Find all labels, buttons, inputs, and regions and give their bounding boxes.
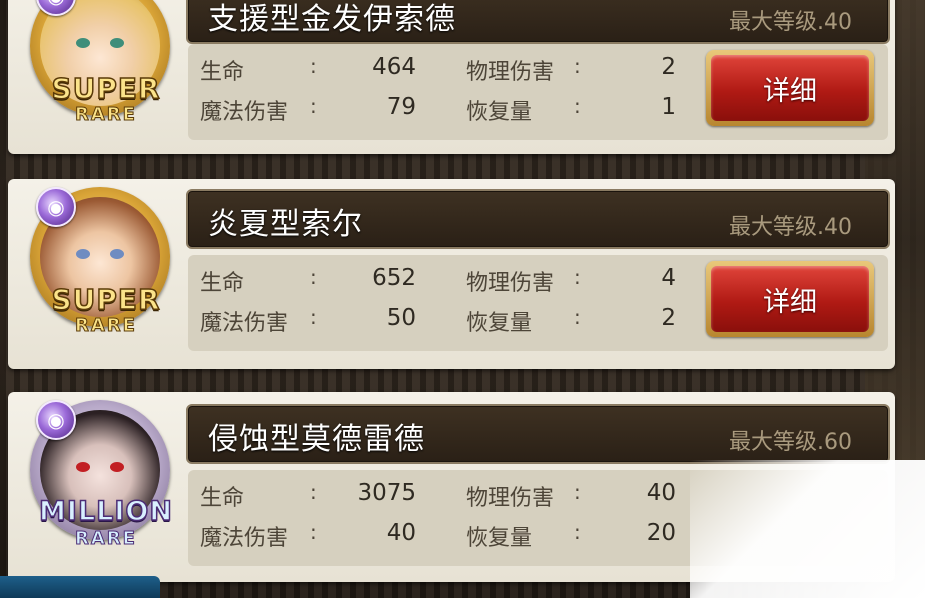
recovery-colon: : [574,305,581,329]
phys-damage-label: 物理伤害 [466,486,555,511]
hp-value: 652 [372,265,416,291]
detail-button[interactable]: 详细 [706,261,874,337]
hp-label: 生命 [200,486,245,511]
bottom-menu-tab[interactable] [0,576,160,598]
recovery-colon: : [574,94,581,118]
unit-portrait[interactable]: ◉ SUPER RARE [16,0,176,136]
phys-damage-value: 2 [661,54,676,80]
unit-name: 炎夏型索尔 [208,207,363,242]
hp-label: 生命 [200,60,245,85]
magic-damage-value: 79 [386,94,416,120]
hp-value: 3075 [357,480,416,506]
unit-portrait[interactable]: ◉ SUPER RARE [16,187,176,347]
recovery-label: 恢复量 [466,311,533,336]
avatar-eye [76,462,90,472]
rarity-badge-top: MILLION [38,495,173,528]
unit-stats-panel: 生命 : 652 物理伤害 : 4 魔法伤害 : 50 恢复量 : 2 详细 [188,255,888,351]
magic-damage-colon: : [310,94,317,118]
max-level: 最大等级.40 [729,215,852,240]
detail-button-label[interactable]: 详细 [711,266,869,332]
hp-value: 464 [372,54,416,80]
rarity-badge-bottom: RARE [75,104,137,126]
unit-stats-panel: 生命 : 3075 物理伤害 : 40 魔法伤害 : 40 恢复量 : 20 [188,470,888,566]
hp-colon: : [310,54,317,78]
rarity-badge-bottom: RARE [75,315,137,337]
magic-damage-label: 魔法伤害 [200,311,289,336]
detail-button-label[interactable]: 详细 [711,55,869,121]
hp-colon: : [310,265,317,289]
phys-damage-label: 物理伤害 [466,271,555,296]
rarity-badge-bottom: RARE [75,528,137,550]
unit-name-bar: 侵蚀型莫德雷德 最大等级.60 [186,404,890,464]
unit-name-bar: 炎夏型索尔 最大等级.40 [186,189,890,249]
magic-damage-label: 魔法伤害 [200,100,289,125]
hp-colon: : [310,480,317,504]
avatar-eye [110,38,124,48]
detail-button[interactable]: 详细 [706,50,874,126]
unit-stats-panel: 生命 : 464 物理伤害 : 2 魔法伤害 : 79 恢复量 : 1 详细 [188,44,888,140]
unit-card[interactable]: ◉ SUPER RARE 支援型金发伊索德 最大等级.40 生命 : 464 物… [8,0,895,154]
avatar-eye [76,38,90,48]
unit-list-screen: ◉ SUPER RARE 支援型金发伊索德 最大等级.40 生命 : 464 物… [0,0,925,598]
unit-name: 支援型金发伊索德 [208,2,456,37]
recovery-label: 恢复量 [466,526,533,551]
phys-damage-colon: : [574,54,581,78]
magic-damage-value: 50 [386,305,416,331]
max-level: 最大等级.40 [729,10,852,35]
phys-damage-label: 物理伤害 [466,60,555,85]
magic-damage-label: 魔法伤害 [200,526,289,551]
magic-damage-value: 40 [386,520,416,546]
dark-element-icon: ◉ [36,400,76,440]
unit-portrait[interactable]: ◉ MILLION RARE [16,400,176,560]
recovery-value: 2 [661,305,676,331]
avatar-eye [110,249,124,259]
magic-damage-colon: : [310,520,317,544]
unit-card[interactable]: ◉ SUPER RARE 炎夏型索尔 最大等级.40 生命 : 652 物理伤害… [8,179,895,369]
phys-damage-colon: : [574,265,581,289]
phys-damage-value: 4 [661,265,676,291]
rarity-badge-top: SUPER [51,71,161,106]
rarity-badge-top: SUPER [51,282,161,317]
dark-element-icon: ◉ [36,187,76,227]
avatar-eye [76,249,90,259]
unit-card[interactable]: ◉ MILLION RARE 侵蚀型莫德雷德 最大等级.60 生命 : 3075… [8,392,895,582]
hp-label: 生命 [200,271,245,296]
recovery-value: 1 [661,94,676,120]
phys-damage-value: 40 [646,480,676,506]
max-level: 最大等级.60 [729,430,852,455]
unit-name: 侵蚀型莫德雷德 [208,422,425,457]
magic-damage-colon: : [310,305,317,329]
recovery-label: 恢复量 [466,100,533,125]
recovery-colon: : [574,520,581,544]
recovery-value: 20 [646,520,676,546]
phys-damage-colon: : [574,480,581,504]
avatar-eye [110,462,124,472]
unit-name-bar: 支援型金发伊索德 最大等级.40 [186,0,890,44]
